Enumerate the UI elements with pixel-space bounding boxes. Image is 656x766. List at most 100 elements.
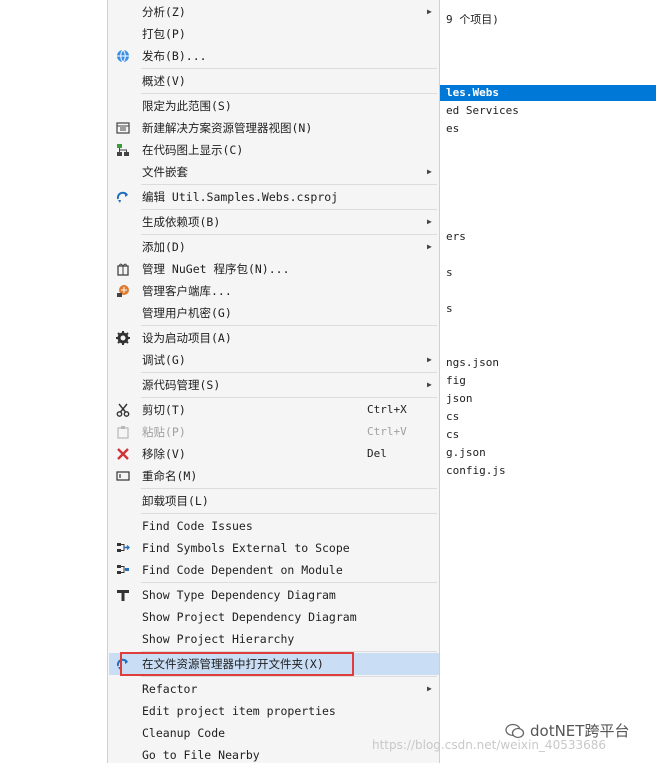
menu-item-manage-nuget[interactable]: 管理 NuGet 程序包(N)... bbox=[109, 258, 439, 280]
new-view-icon bbox=[115, 120, 131, 136]
menu-item-scope-to-this[interactable]: 限定为此范围(S) bbox=[109, 95, 439, 117]
menu-item-find-code-issues[interactable]: Find Code Issues bbox=[109, 515, 439, 537]
menu-item-label: Find Code Dependent on Module bbox=[142, 563, 343, 577]
menu-item-open-folder-in-explorer[interactable]: 在文件资源管理器中打开文件夹(X) bbox=[109, 653, 439, 675]
submenu-arrow-icon: ▶ bbox=[427, 684, 432, 693]
menu-item-add[interactable]: 添加(D) ▶ bbox=[109, 236, 439, 258]
tree-item[interactable]: json bbox=[446, 391, 473, 407]
code-map-icon bbox=[115, 142, 131, 158]
menu-item-show-on-code-map[interactable]: 在代码图上显示(C) bbox=[109, 139, 439, 161]
solution-explorer-panel: 9 个项目) les.Webs ed Services es ers s s n… bbox=[440, 0, 656, 763]
menu-item-new-explorer-view[interactable]: 新建解决方案资源管理器视图(N) bbox=[109, 117, 439, 139]
menu-separator bbox=[141, 651, 437, 652]
menu-separator bbox=[141, 372, 437, 373]
scissors-icon bbox=[115, 402, 131, 418]
menu-item-manage-user-secrets[interactable]: 管理用户机密(G) bbox=[109, 302, 439, 324]
menu-item-label: 打包(P) bbox=[142, 27, 186, 41]
menu-item-manage-client-libraries[interactable]: 管理客户端库... bbox=[109, 280, 439, 302]
menu-item-label: 添加(D) bbox=[142, 240, 186, 254]
menu-item-label: 在代码图上显示(C) bbox=[142, 143, 244, 157]
submenu-arrow-icon: ▶ bbox=[427, 217, 432, 226]
menu-separator bbox=[141, 397, 437, 398]
open-folder-icon bbox=[115, 656, 131, 672]
remove-icon bbox=[115, 446, 131, 462]
submenu-arrow-icon: ▶ bbox=[427, 7, 432, 16]
menu-item-show-type-dependency[interactable]: Show Type Dependency Diagram bbox=[109, 584, 439, 606]
menu-item-publish[interactable]: 发布(B)... bbox=[109, 45, 439, 67]
watermark-url: https://blog.csdn.net/weixin_40533686 bbox=[372, 738, 607, 752]
menu-item-show-project-hierarchy[interactable]: Show Project Hierarchy bbox=[109, 628, 439, 650]
menu-item-label: Show Project Dependency Diagram bbox=[142, 610, 357, 624]
menu-item-show-project-dependency[interactable]: Show Project Dependency Diagram bbox=[109, 606, 439, 628]
tree-item[interactable]: g.json bbox=[446, 445, 486, 461]
tree-item[interactable]: ed Services bbox=[446, 103, 519, 119]
tree-item-selected[interactable]: les.Webs bbox=[440, 85, 656, 101]
menu-item-find-code-dependent[interactable]: Find Code Dependent on Module bbox=[109, 559, 439, 581]
menu-item-label: 调试(G) bbox=[142, 353, 186, 367]
edit-project-icon bbox=[115, 189, 131, 205]
menu-item-debug[interactable]: 调试(G) ▶ bbox=[109, 349, 439, 371]
globe-icon bbox=[115, 48, 131, 64]
submenu-arrow-icon: ▶ bbox=[427, 167, 432, 176]
menu-separator bbox=[141, 513, 437, 514]
menu-item-rename[interactable]: 重命名(M) bbox=[109, 465, 439, 487]
tree-item[interactable]: s bbox=[446, 265, 453, 281]
submenu-arrow-icon: ▶ bbox=[427, 380, 432, 389]
menu-item-label: 发布(B)... bbox=[142, 49, 207, 63]
menu-item-label: 移除(V) bbox=[142, 447, 186, 461]
gear-icon bbox=[115, 330, 131, 346]
submenu-arrow-icon: ▶ bbox=[427, 355, 432, 364]
menu-item-label: Cleanup Code bbox=[142, 726, 226, 740]
menu-item-remove[interactable]: 移除(V) Del bbox=[109, 443, 439, 465]
menu-item-build-dependencies[interactable]: 生成依赖项(B) ▶ bbox=[109, 211, 439, 233]
menu-item-analyze[interactable]: 分析(Z) ▶ bbox=[109, 1, 439, 23]
menu-item-label: 限定为此范围(S) bbox=[142, 99, 232, 113]
menu-item-edit-properties[interactable]: Edit project item properties bbox=[109, 700, 439, 722]
menu-item-label: 剪切(T) bbox=[142, 403, 186, 417]
menu-item-paste[interactable]: 粘贴(P) Ctrl+V bbox=[109, 421, 439, 443]
rename-icon bbox=[115, 468, 131, 484]
menu-item-refactor[interactable]: Refactor ▶ bbox=[109, 678, 439, 700]
menu-item-label: Find Symbols External to Scope bbox=[142, 541, 350, 555]
menu-item-cut[interactable]: 剪切(T) Ctrl+X bbox=[109, 399, 439, 421]
tree-item[interactable]: config.js bbox=[446, 463, 506, 479]
menu-item-set-startup-project[interactable]: 设为启动项目(A) bbox=[109, 327, 439, 349]
menu-item-label: 重命名(M) bbox=[142, 469, 198, 483]
tree-item[interactable]: ngs.json bbox=[446, 355, 499, 371]
menu-separator bbox=[141, 488, 437, 489]
menu-item-label: 设为启动项目(A) bbox=[142, 331, 232, 345]
menu-separator bbox=[141, 582, 437, 583]
menu-item-label: Find Code Issues bbox=[142, 519, 253, 533]
menu-item-unload-project[interactable]: 卸载项目(L) bbox=[109, 490, 439, 512]
menu-item-label: 新建解决方案资源管理器视图(N) bbox=[142, 121, 313, 135]
menu-item-edit-project-file[interactable]: 编辑 Util.Samples.Webs.csproj bbox=[109, 186, 439, 208]
menu-separator bbox=[141, 234, 437, 235]
menu-item-label: Show Project Hierarchy bbox=[142, 632, 295, 646]
type-dependency-icon bbox=[115, 587, 131, 603]
menu-item-label: 生成依赖项(B) bbox=[142, 215, 221, 229]
tree-item[interactable]: 9 个项目) bbox=[446, 12, 499, 28]
tree-item[interactable]: cs bbox=[446, 409, 459, 425]
tree-item[interactable]: ers bbox=[446, 229, 466, 245]
menu-item-file-nesting[interactable]: 文件嵌套 ▶ bbox=[109, 161, 439, 183]
menu-separator bbox=[141, 325, 437, 326]
paste-icon bbox=[115, 424, 131, 440]
menu-separator bbox=[141, 676, 437, 677]
menu-item-label: Show Type Dependency Diagram bbox=[142, 588, 336, 602]
wechat-logo-icon bbox=[505, 723, 525, 738]
menu-item-label: 粘贴(P) bbox=[142, 425, 186, 439]
menu-item-label: 概述(V) bbox=[142, 74, 186, 88]
tree-item[interactable]: fig bbox=[446, 373, 466, 389]
tree-item[interactable]: es bbox=[446, 121, 459, 137]
tree-item[interactable]: s bbox=[446, 301, 453, 317]
menu-item-find-symbols-external[interactable]: Find Symbols External to Scope bbox=[109, 537, 439, 559]
menu-item-pack[interactable]: 打包(P) bbox=[109, 23, 439, 45]
menu-item-overview[interactable]: 概述(V) bbox=[109, 70, 439, 92]
shortcut-text: Ctrl+X bbox=[367, 403, 407, 416]
menu-separator bbox=[141, 68, 437, 69]
menu-separator bbox=[141, 184, 437, 185]
menu-item-label: 源代码管理(S) bbox=[142, 378, 221, 392]
menu-item-source-control[interactable]: 源代码管理(S) ▶ bbox=[109, 374, 439, 396]
tree-item[interactable]: cs bbox=[446, 427, 459, 443]
menu-item-label: 在文件资源管理器中打开文件夹(X) bbox=[142, 657, 324, 671]
